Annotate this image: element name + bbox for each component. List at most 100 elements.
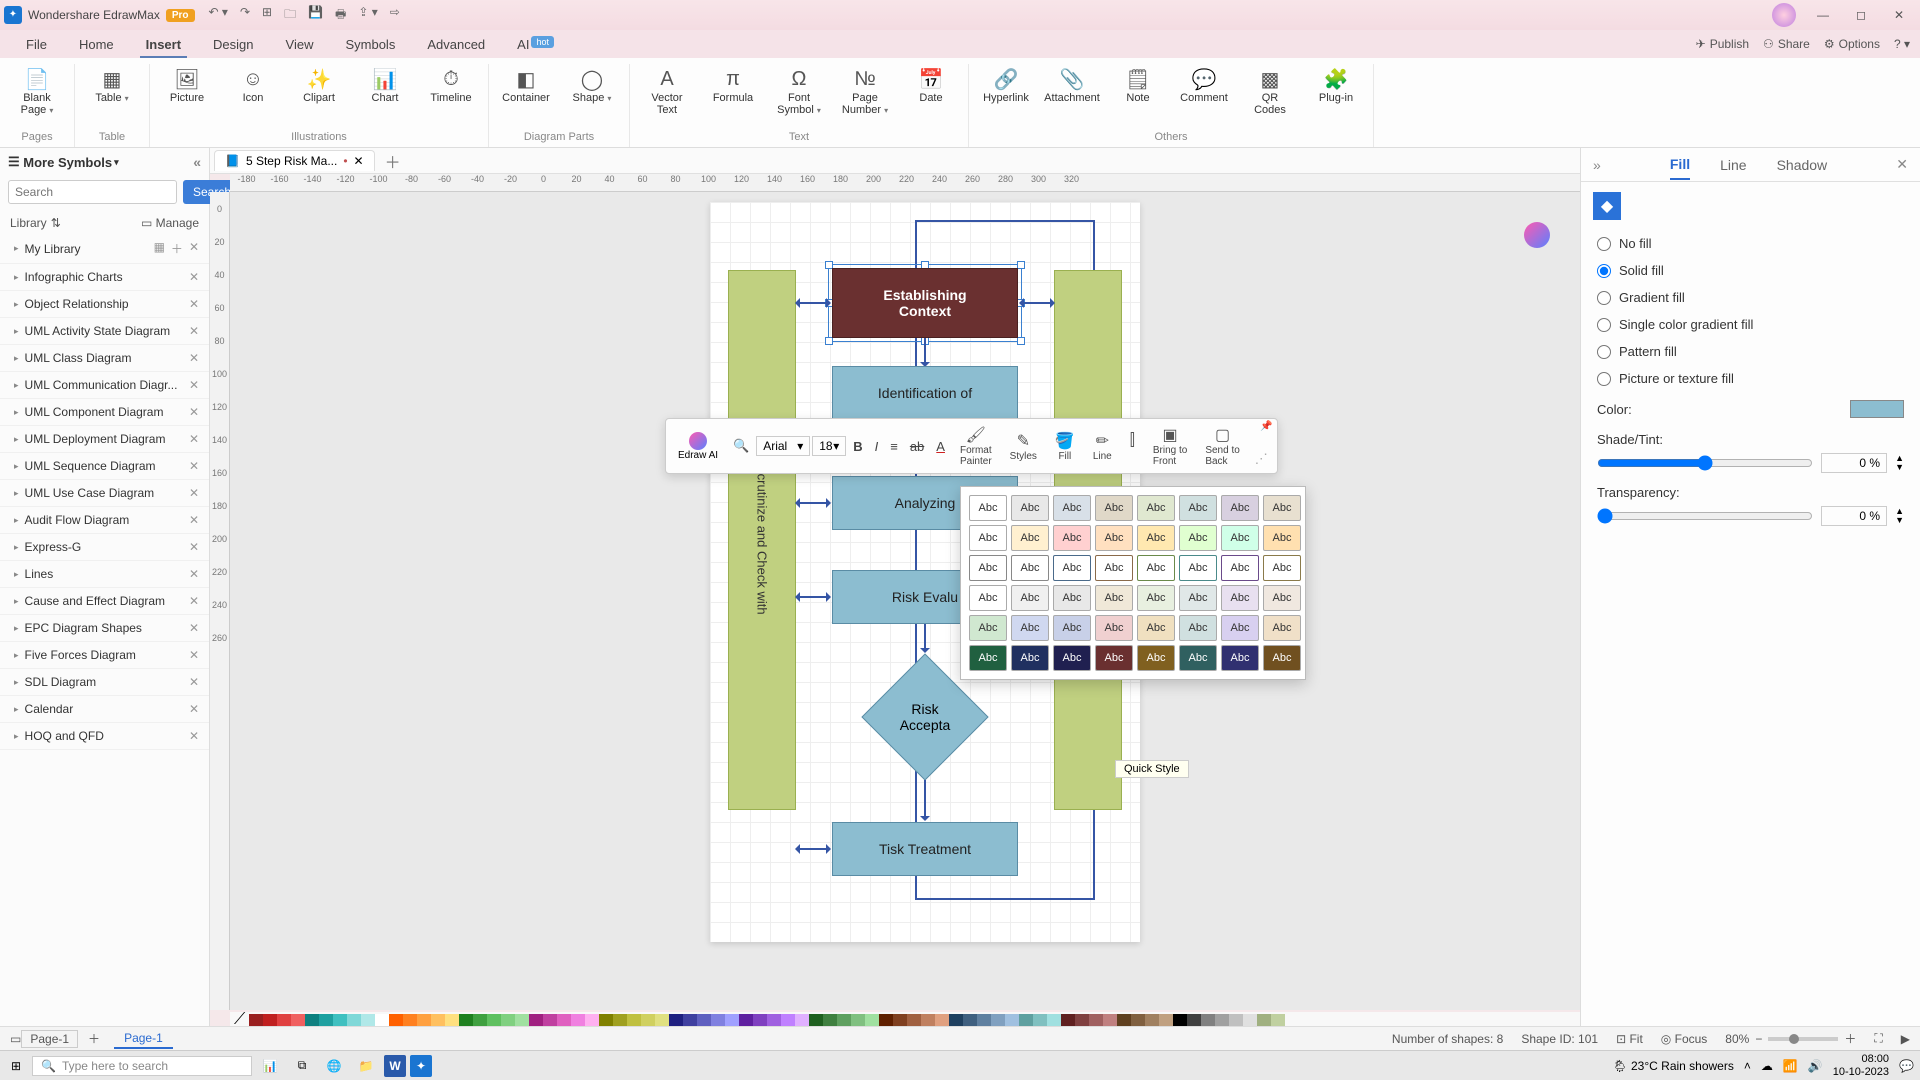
style-swatch[interactable]: Abc — [1221, 645, 1259, 671]
style-swatch[interactable]: Abc — [1263, 615, 1301, 641]
edraw-ai-button[interactable]: Edraw AI — [670, 430, 726, 463]
radio[interactable] — [1597, 291, 1611, 305]
share-button[interactable]: ⚇ Share — [1763, 37, 1810, 51]
library-item[interactable]: ▸Object Relationship✕ — [0, 291, 209, 318]
style-swatch[interactable]: Abc — [1011, 645, 1049, 671]
style-swatch[interactable]: Abc — [1053, 645, 1091, 671]
ribbon-container[interactable]: ◧Container — [497, 64, 555, 129]
hamburger-icon[interactable]: ☰ — [8, 154, 20, 170]
library-item[interactable]: ▸Calendar✕ — [0, 696, 209, 723]
style-swatch[interactable]: Abc — [1095, 525, 1133, 551]
style-swatch[interactable]: Abc — [1137, 495, 1175, 521]
color-swatch[interactable] — [1229, 1014, 1243, 1027]
font-size-combo[interactable]: 18▾ — [812, 436, 846, 456]
ribbon-shape[interactable]: ◯Shape ▾ — [563, 64, 621, 129]
color-swatch[interactable] — [319, 1014, 333, 1027]
color-swatch[interactable] — [249, 1014, 263, 1027]
library-item[interactable]: ▸Lines✕ — [0, 561, 209, 588]
page-selector[interactable]: Page-1 — [21, 1030, 78, 1048]
library-item[interactable]: ▸UML Sequence Diagram✕ — [0, 453, 209, 480]
color-swatch[interactable] — [991, 1014, 1005, 1027]
close-icon[interactable]: ✕ — [189, 297, 199, 311]
color-swatch[interactable] — [949, 1014, 963, 1027]
focus-button[interactable]: ◎ Focus — [1661, 1032, 1708, 1046]
ribbon-qr-codes[interactable]: ▩QRCodes — [1241, 64, 1299, 129]
document-tab[interactable]: 📘 5 Step Risk Ma... • ✕ — [214, 150, 375, 171]
maximize-button[interactable]: ◻ — [1844, 3, 1878, 27]
expand-panel-button[interactable]: » — [1593, 157, 1601, 173]
radio[interactable] — [1597, 318, 1611, 332]
fill-option-gradient-fill[interactable]: Gradient fill — [1597, 284, 1904, 311]
color-swatch[interactable] — [627, 1014, 641, 1027]
bold-button[interactable]: B — [848, 437, 867, 456]
styles-button[interactable]: ✎Styles — [1002, 429, 1045, 464]
ribbon-table[interactable]: ▦Table ▾ — [83, 64, 141, 129]
transp-stepper[interactable]: ▲▼ — [1895, 507, 1904, 525]
tray-volume-icon[interactable]: 🔊 — [1808, 1059, 1823, 1073]
menu-insert[interactable]: Insert — [130, 33, 197, 56]
library-item[interactable]: ▸My Library▦＋✕ — [0, 234, 209, 264]
color-swatch[interactable] — [1019, 1014, 1033, 1027]
style-swatch[interactable]: Abc — [1179, 615, 1217, 641]
close-icon[interactable]: ✕ — [189, 513, 199, 527]
fill-option-single-color-gradient-fill[interactable]: Single color gradient fill — [1597, 311, 1904, 338]
color-swatch[interactable] — [977, 1014, 991, 1027]
color-swatch[interactable] — [1187, 1014, 1201, 1027]
pin-icon[interactable]: 📌 — [1260, 421, 1272, 432]
style-swatch[interactable]: Abc — [1221, 495, 1259, 521]
symbol-search-input[interactable] — [8, 180, 177, 204]
style-swatch[interactable]: Abc — [1095, 555, 1133, 581]
notifications-icon[interactable]: 💬 — [1899, 1059, 1914, 1073]
style-swatch[interactable]: Abc — [1179, 525, 1217, 551]
color-swatch[interactable] — [669, 1014, 683, 1027]
style-swatch[interactable]: Abc — [1011, 555, 1049, 581]
close-icon[interactable]: ✕ — [189, 405, 199, 419]
ribbon-note[interactable]: 🗒Note — [1109, 64, 1167, 129]
export-button[interactable]: ⇪ ▾ — [358, 5, 377, 26]
color-swatch[interactable] — [445, 1014, 459, 1027]
style-swatch[interactable]: Abc — [1221, 585, 1259, 611]
color-swatch[interactable] — [1173, 1014, 1187, 1027]
close-icon[interactable]: ✕ — [189, 594, 199, 608]
caret-down-icon[interactable]: ▾ — [114, 157, 119, 168]
shade-stepper[interactable]: ▲▼ — [1895, 454, 1904, 472]
radio[interactable] — [1597, 237, 1611, 251]
color-swatch[interactable] — [599, 1014, 613, 1027]
ribbon-attachment[interactable]: 📎Attachment — [1043, 64, 1101, 129]
close-icon[interactable]: ✕ — [189, 378, 199, 392]
color-swatch[interactable] — [893, 1014, 907, 1027]
menu-symbols[interactable]: Symbols — [329, 33, 411, 56]
style-swatch[interactable]: Abc — [969, 525, 1007, 551]
box-identification[interactable]: Identification of — [832, 366, 1018, 420]
qat-more[interactable]: ⇨ — [390, 5, 400, 26]
transparency-slider[interactable] — [1597, 508, 1813, 524]
line-button[interactable]: ✏Line — [1085, 429, 1120, 464]
style-swatch[interactable]: Abc — [1263, 645, 1301, 671]
edge-icon[interactable]: 🌐 — [320, 1054, 348, 1078]
style-swatch[interactable]: Abc — [1137, 525, 1175, 551]
start-button[interactable]: ⊞ — [6, 1056, 26, 1076]
menu-file[interactable]: File — [10, 33, 63, 56]
close-icon[interactable]: ✕ — [189, 540, 199, 554]
style-swatch[interactable]: Abc — [1179, 555, 1217, 581]
style-swatch[interactable]: Abc — [969, 615, 1007, 641]
color-swatch[interactable] — [921, 1014, 935, 1027]
text-align-button[interactable]: ⫿ — [1122, 430, 1143, 463]
fill-button[interactable]: 🪣Fill — [1047, 429, 1083, 464]
color-swatch[interactable] — [767, 1014, 781, 1027]
color-swatch[interactable] — [305, 1014, 319, 1027]
style-swatch[interactable]: Abc — [1263, 525, 1301, 551]
color-swatch[interactable] — [1159, 1014, 1173, 1027]
library-item[interactable]: ▸UML Component Diagram✕ — [0, 399, 209, 426]
fill-option-no-fill[interactable]: No fill — [1597, 230, 1904, 257]
close-icon[interactable]: ✕ — [189, 459, 199, 473]
radio[interactable] — [1597, 372, 1611, 386]
options-button[interactable]: ⚙ Options — [1824, 37, 1880, 51]
color-swatch[interactable] — [837, 1014, 851, 1027]
tray-chevron[interactable]: ˄ — [1744, 1059, 1751, 1073]
library-item[interactable]: ▸UML Use Case Diagram✕ — [0, 480, 209, 507]
color-swatch[interactable] — [1061, 1014, 1075, 1027]
close-icon[interactable]: ✕ — [189, 351, 199, 365]
color-swatch[interactable] — [571, 1014, 585, 1027]
save-button[interactable]: 💾 — [308, 5, 323, 26]
